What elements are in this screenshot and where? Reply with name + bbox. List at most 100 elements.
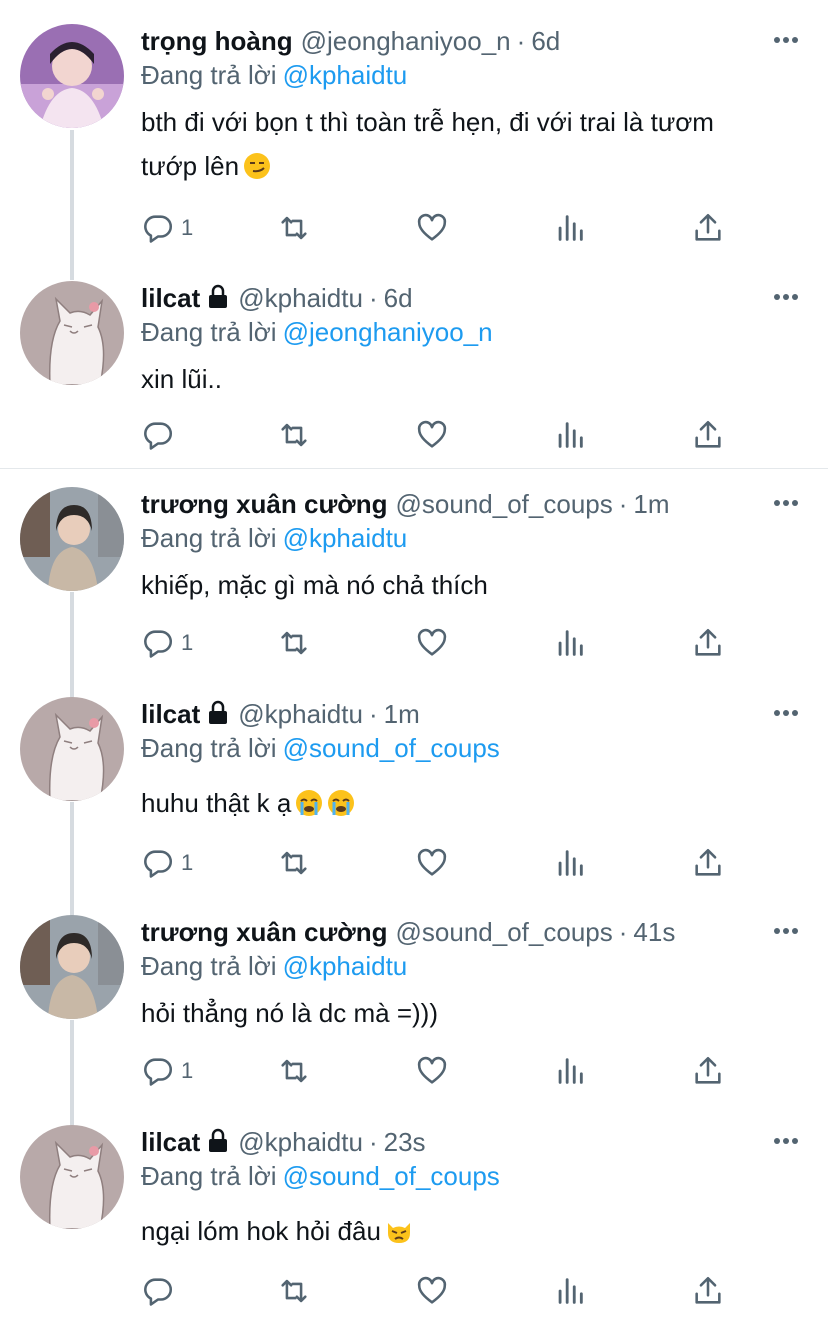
mention-link[interactable]: @sound_of_coups [283,733,500,763]
retweet-button[interactable] [277,1053,311,1089]
replying-to: Đang trả lời @sound_of_coups [141,1159,500,1193]
separator-dot: · [516,26,526,56]
tweet-actions: 1 [141,1053,741,1089]
like-icon [417,420,447,448]
more-icon[interactable] [772,699,800,727]
display-name[interactable]: lilcat [141,283,200,313]
tweet-actions [141,417,741,453]
retweet-icon [281,1279,307,1303]
display-name[interactable]: trương xuân cường [141,489,388,519]
reply-button[interactable]: 1 [141,1053,193,1089]
replying-to: Đang trả lời @kphaidtu [141,949,407,983]
retweet-button[interactable] [277,210,311,246]
mention-link[interactable]: @kphaidtu [283,60,408,90]
user-handle[interactable]: @kphaidtu [238,1127,363,1157]
retweet-icon [281,851,307,875]
tweet[interactable]: lilcat @kphaidtu · 6d Đang trả lời @jeonghan… [0,281,828,461]
display-name[interactable]: trọng hoàng [141,26,293,56]
reply-button[interactable] [141,417,181,453]
mention-link[interactable]: @sound_of_coups [283,1161,500,1191]
views-button[interactable] [553,417,587,453]
more-icon[interactable] [772,283,800,311]
views-button[interactable] [553,845,587,881]
timestamp[interactable]: 6d [384,283,413,313]
reply-button[interactable]: 1 [141,625,193,661]
tweet[interactable]: trương xuân cường @sound_of_coups · 41s Đan… [0,915,828,1095]
share-icon [695,1056,721,1084]
crying-face-icon [328,790,355,816]
display-name[interactable]: trương xuân cường [141,917,388,947]
replying-to: Đang trả lời @kphaidtu [141,521,407,555]
reply-count: 1 [181,630,194,655]
share-icon [695,628,721,656]
user-handle[interactable]: @sound_of_coups [396,489,613,519]
like-button[interactable] [415,417,449,453]
retweet-button[interactable] [277,1273,311,1309]
views-button[interactable] [553,1053,587,1089]
more-icon[interactable] [772,917,800,945]
retweet-icon [281,216,307,240]
timestamp[interactable]: 1m [384,699,420,729]
user-handle[interactable]: @sound_of_coups [396,917,613,947]
tweet-text-line: ngại lóm hok hỏi đâu [141,1216,381,1246]
retweet-button[interactable] [277,417,311,453]
more-icon[interactable] [772,489,800,517]
like-button[interactable] [415,210,449,246]
reply-button[interactable]: 1 [141,210,193,246]
lock-icon [209,1128,228,1152]
tweet[interactable]: lilcat @kphaidtu · 23s Đang trả lời @sound_o… [0,1125,828,1315]
share-button[interactable] [691,845,725,881]
retweet-icon [281,1059,307,1083]
tweet[interactable]: trương xuân cường @sound_of_coups · 1m Đang… [0,487,828,667]
share-button[interactable] [691,1273,725,1309]
reply-button[interactable]: 1 [141,845,193,881]
mention-link[interactable]: @kphaidtu [283,523,408,553]
user-handle[interactable]: @jeonghaniyoo_n [301,26,511,56]
avatar[interactable] [20,1125,124,1229]
user-handle[interactable]: @kphaidtu [238,699,363,729]
avatar[interactable] [20,281,124,385]
tweet[interactable]: trọng hoàng @jeonghaniyoo_n · 6d Đang trả l… [0,24,828,254]
share-button[interactable] [691,1053,725,1089]
user-handle[interactable]: @kphaidtu [238,283,363,313]
avatar[interactable] [20,697,124,801]
avatar[interactable] [20,915,124,1019]
share-icon [695,213,721,241]
avatar[interactable] [20,487,124,591]
timestamp[interactable]: 23s [384,1127,426,1157]
mention-link[interactable]: @jeonghaniyoo_n [283,317,493,347]
like-button[interactable] [415,1053,449,1089]
timestamp[interactable]: 6d [531,26,560,56]
like-button[interactable] [415,625,449,661]
avatar-cat-illustration [20,281,124,385]
like-icon [417,848,447,876]
replying-label: Đang trả lời [141,60,277,90]
share-button[interactable] [691,417,725,453]
reply-count: 1 [181,1058,194,1083]
views-button[interactable] [553,210,587,246]
timestamp[interactable]: 41s [633,917,675,947]
more-icon[interactable] [772,26,800,54]
more-icon[interactable] [772,1127,800,1155]
avatar[interactable] [20,24,124,128]
like-button[interactable] [415,845,449,881]
views-button[interactable] [553,625,587,661]
tweet-header: trương xuân cường @sound_of_coups · 41s [141,915,768,949]
avatar-photo-truong-xuan-cuong [20,915,124,1019]
share-button[interactable] [691,210,725,246]
retweet-button[interactable] [277,625,311,661]
timestamp[interactable]: 1m [633,489,669,519]
replying-label: Đang trả lời [141,951,277,981]
like-button[interactable] [415,1273,449,1309]
display-name[interactable]: lilcat [141,1127,200,1157]
tweet-header: lilcat @kphaidtu · 1m [141,697,768,731]
views-button[interactable] [553,1273,587,1309]
tweet-text: ngại lóm hok hỏi đâu [141,1209,804,1253]
tweet[interactable]: lilcat @kphaidtu · 1m Đang trả lời @sound_of… [0,697,828,897]
mention-link[interactable]: @kphaidtu [283,951,408,981]
reply-button[interactable] [141,1273,181,1309]
display-name[interactable]: lilcat [141,699,200,729]
share-button[interactable] [691,625,725,661]
crying-face-icon [296,790,323,816]
retweet-button[interactable] [277,845,311,881]
